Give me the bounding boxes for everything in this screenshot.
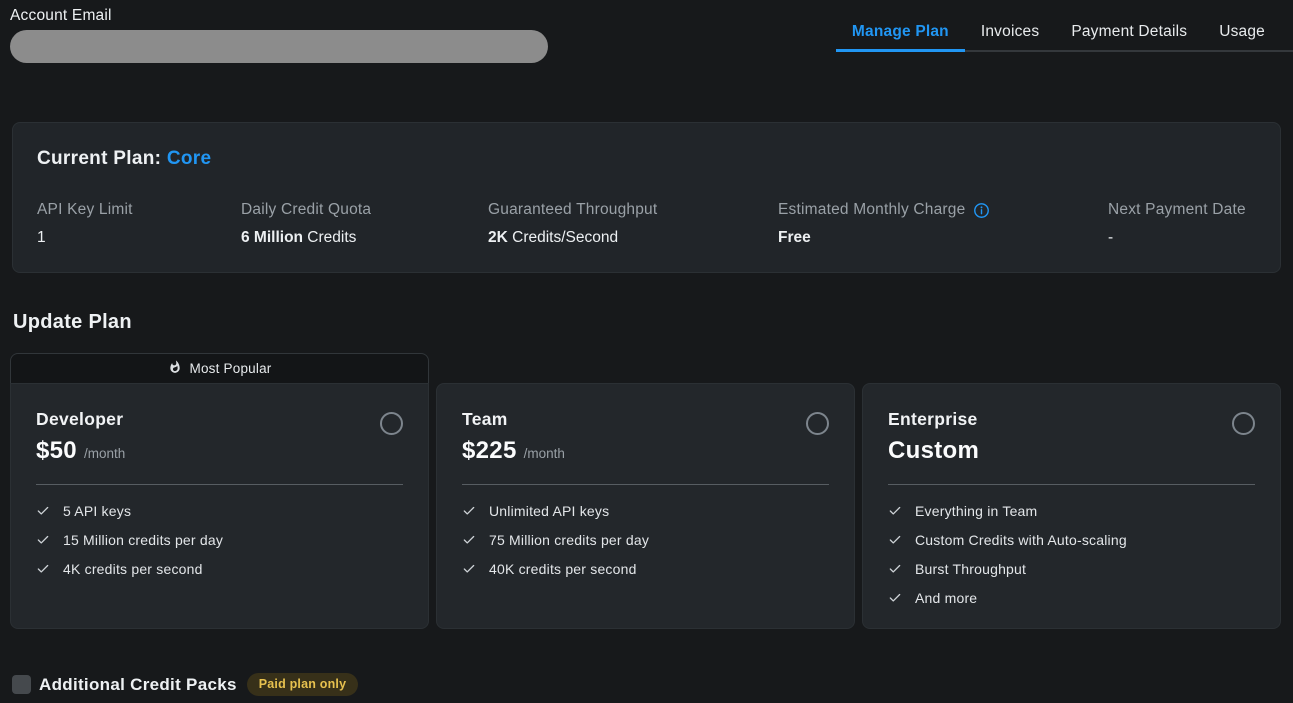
stat-label: Estimated Monthly Charge <box>778 201 965 219</box>
stat-value: 6 Million Credits <box>241 229 488 247</box>
feature-item: 4K credits per second <box>36 560 403 578</box>
plan-name: Team <box>462 409 565 430</box>
plan-column-team: Team $225 /month Unlimited API keys 75 M… <box>436 383 855 629</box>
plan-radio-developer[interactable] <box>380 412 403 435</box>
info-icon[interactable] <box>973 202 990 219</box>
flame-icon <box>168 360 182 377</box>
current-plan-name: Core <box>167 148 212 169</box>
check-icon <box>36 504 50 518</box>
check-icon <box>888 591 902 605</box>
account-email-label: Account Email <box>10 0 1293 25</box>
tab-usage[interactable]: Usage <box>1203 23 1281 52</box>
plan-card-team[interactable]: Team $225 /month Unlimited API keys 75 M… <box>436 383 855 629</box>
billing-tabs: Manage Plan Invoices Payment Details Usa… <box>836 23 1293 52</box>
current-plan-stats: API Key Limit 1 Daily Credit Quota 6 Mil… <box>37 201 1256 247</box>
stat-next-payment-date: Next Payment Date - <box>1108 201 1256 247</box>
plan-radio-team[interactable] <box>806 412 829 435</box>
tab-manage-plan[interactable]: Manage Plan <box>836 23 965 52</box>
current-plan-title: Current Plan: Core <box>37 148 1256 170</box>
most-popular-badge: Most Popular <box>10 353 429 383</box>
feature-item: 40K credits per second <box>462 560 829 578</box>
check-icon <box>888 504 902 518</box>
stat-estimated-monthly-charge: Estimated Monthly Charge Free <box>778 201 1108 247</box>
plan-price: Custom <box>888 437 986 465</box>
account-email-input[interactable] <box>10 30 548 63</box>
feature-item: Custom Credits with Auto-scaling <box>888 531 1255 549</box>
stat-daily-credit-quota: Daily Credit Quota 6 Million Credits <box>241 201 488 247</box>
stat-value: - <box>1108 229 1256 247</box>
check-icon <box>462 504 476 518</box>
check-icon <box>36 562 50 576</box>
plan-column-developer: Most Popular Developer $50 /month 5 API … <box>10 353 429 629</box>
check-icon <box>462 562 476 576</box>
feature-item: 5 API keys <box>36 502 403 520</box>
plan-card-enterprise[interactable]: Enterprise Custom Everything in Team Cus… <box>862 383 1281 629</box>
tab-invoices[interactable]: Invoices <box>965 23 1055 52</box>
paid-plan-only-badge: Paid plan only <box>247 673 359 696</box>
feature-item: 15 Million credits per day <box>36 531 403 549</box>
check-icon <box>462 533 476 547</box>
plan-column-enterprise: Enterprise Custom Everything in Team Cus… <box>862 383 1281 629</box>
plan-features: 5 API keys 15 Million credits per day 4K… <box>36 502 403 578</box>
plan-card-developer[interactable]: Developer $50 /month 5 API keys 15 Milli… <box>10 383 429 629</box>
plan-features: Unlimited API keys 75 Million credits pe… <box>462 502 829 578</box>
current-plan-card: Current Plan: Core API Key Limit 1 Daily… <box>12 122 1281 273</box>
stat-label: API Key Limit <box>37 201 133 219</box>
stat-label: Daily Credit Quota <box>241 201 371 219</box>
feature-item: 75 Million credits per day <box>462 531 829 549</box>
divider <box>36 484 403 485</box>
plan-options: Most Popular Developer $50 /month 5 API … <box>10 353 1281 629</box>
update-plan-heading: Update Plan <box>13 311 1293 334</box>
divider <box>462 484 829 485</box>
feature-item: Everything in Team <box>888 502 1255 520</box>
stat-label: Next Payment Date <box>1108 201 1246 219</box>
check-icon <box>888 562 902 576</box>
stat-value: 1 <box>37 229 241 247</box>
plan-price: $50 /month <box>36 437 125 465</box>
plan-name: Enterprise <box>888 409 986 430</box>
stat-value: 2K Credits/Second <box>488 229 778 247</box>
top-bar: Account Email Manage Plan Invoices Payme… <box>0 0 1293 61</box>
feature-item: Burst Throughput <box>888 560 1255 578</box>
divider <box>888 484 1255 485</box>
check-icon <box>36 533 50 547</box>
check-icon <box>888 533 902 547</box>
feature-item: And more <box>888 589 1255 607</box>
stat-value: Free <box>778 229 1108 247</box>
plan-radio-enterprise[interactable] <box>1232 412 1255 435</box>
additional-credit-packs-row: Additional Credit Packs Paid plan only <box>12 673 1293 696</box>
feature-item: Unlimited API keys <box>462 502 829 520</box>
plan-price: $225 /month <box>462 437 565 465</box>
credit-packs-label: Additional Credit Packs <box>39 675 237 695</box>
stat-label: Guaranteed Throughput <box>488 201 657 219</box>
plan-features: Everything in Team Custom Credits with A… <box>888 502 1255 607</box>
stat-api-key-limit: API Key Limit 1 <box>37 201 241 247</box>
credit-packs-checkbox[interactable] <box>12 675 31 694</box>
current-plan-title-prefix: Current Plan: <box>37 148 161 169</box>
most-popular-label: Most Popular <box>190 361 272 376</box>
plan-name: Developer <box>36 409 125 430</box>
stat-guaranteed-throughput: Guaranteed Throughput 2K Credits/Second <box>488 201 778 247</box>
tab-payment-details[interactable]: Payment Details <box>1055 23 1203 52</box>
